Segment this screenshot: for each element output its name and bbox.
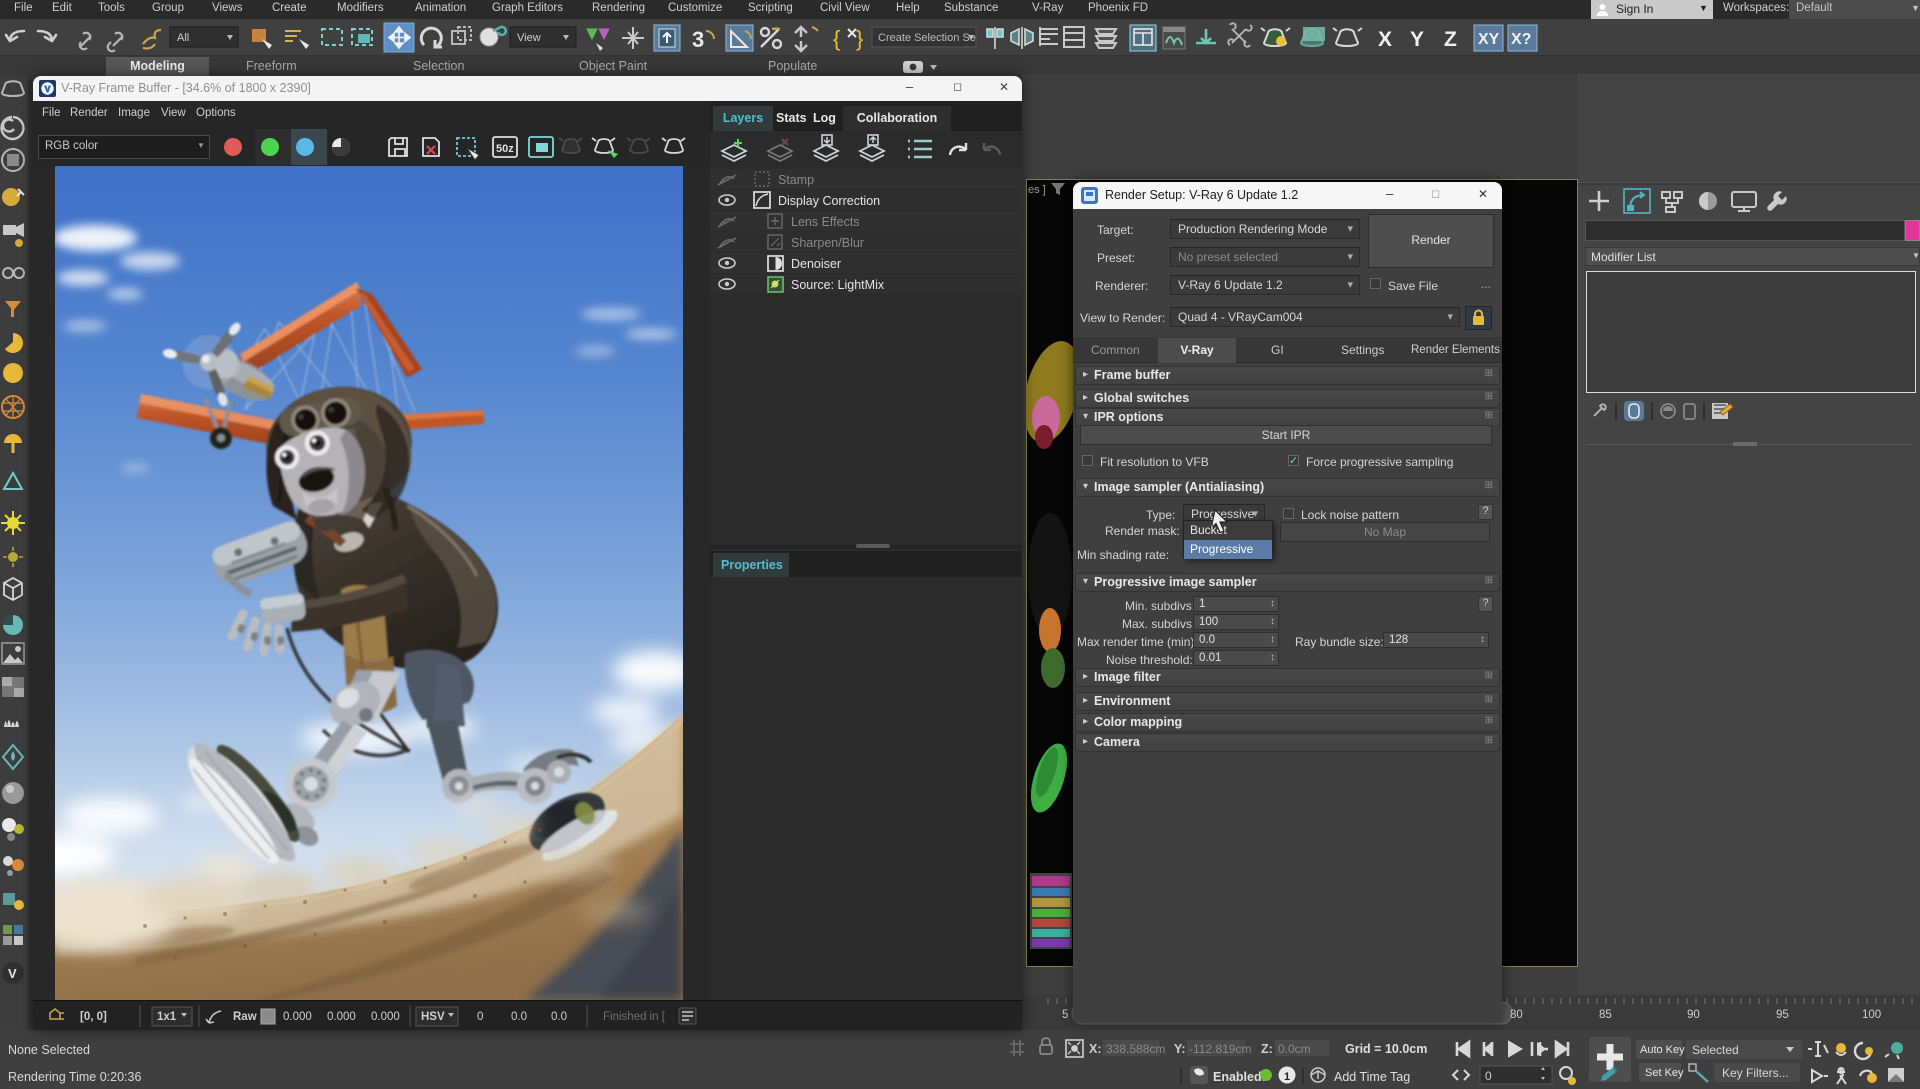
svg-text:338.588cm: 338.588cm [1106, 1042, 1165, 1056]
svg-text:0.000: 0.000 [371, 1011, 400, 1023]
svg-text:Key Filters...: Key Filters... [1722, 1066, 1789, 1080]
svg-text:Y: Y [1410, 28, 1424, 51]
svg-text:X: X [1378, 28, 1392, 51]
svg-text:0.000: 0.000 [283, 1011, 312, 1023]
svg-text:100: 100 [1862, 1009, 1881, 1021]
svg-text:[0, 0]: [0, 0] [80, 1011, 107, 1023]
svg-text:Raw: Raw [233, 1011, 257, 1023]
svg-text:95: 95 [1776, 1009, 1789, 1021]
svg-text:Selected: Selected [1692, 1043, 1739, 1057]
svg-text:Source: LightMix: Source: LightMix [791, 278, 885, 292]
svg-text:Sharpen/Blur: Sharpen/Blur [791, 236, 864, 250]
svg-text:Add Time Tag: Add Time Tag [1334, 1070, 1410, 1084]
svg-text:Lens Effects: Lens Effects [791, 215, 860, 229]
svg-text:Stamp: Stamp [778, 173, 814, 187]
svg-text:0: 0 [477, 1011, 483, 1023]
svg-text:0.0: 0.0 [551, 1011, 567, 1023]
svg-text:Finished in [: Finished in [ [603, 1011, 666, 1023]
svg-text:Z: Z [1444, 28, 1457, 51]
svg-text:X:: X: [1089, 1042, 1102, 1056]
svg-text:Enabled:: Enabled: [1213, 1070, 1266, 1084]
svg-text:Auto Key: Auto Key [1640, 1044, 1685, 1056]
svg-text:1x1: 1x1 [157, 1011, 177, 1023]
svg-text:Set Key: Set Key [1645, 1067, 1684, 1079]
svg-text:}: } [856, 26, 863, 51]
svg-text:3: 3 [692, 27, 704, 52]
svg-text:0.0: 0.0 [511, 1011, 527, 1023]
svg-text:0.0cm: 0.0cm [1278, 1042, 1311, 1056]
svg-text:Grid = 10.0cm: Grid = 10.0cm [1345, 1042, 1427, 1056]
svg-text:XY: XY [1478, 31, 1500, 48]
svg-text:-112.819cm: -112.819cm [1189, 1042, 1251, 1056]
svg-text:50z: 50z [496, 143, 514, 155]
svg-text:View: View [517, 32, 541, 44]
svg-text:1: 1 [1284, 1071, 1290, 1083]
svg-text:0.000: 0.000 [327, 1011, 356, 1023]
svg-text:X?: X? [1511, 31, 1531, 48]
svg-text:5: 5 [1062, 1009, 1068, 1021]
svg-text:Create Selection Se: Create Selection Se [878, 32, 976, 44]
svg-text:Y:: Y: [1174, 1042, 1186, 1056]
svg-text:80: 80 [1510, 1009, 1523, 1021]
svg-text:{: { [833, 26, 840, 51]
svg-text:90: 90 [1687, 1009, 1700, 1021]
svg-text:Denoiser: Denoiser [791, 257, 841, 271]
svg-text:Z:: Z: [1261, 1042, 1273, 1056]
svg-text:All: All [177, 32, 189, 44]
svg-text:0: 0 [1485, 1069, 1492, 1083]
svg-text:Display Correction: Display Correction [778, 194, 880, 208]
svg-text:85: 85 [1599, 1009, 1612, 1021]
svg-text:V: V [8, 966, 17, 981]
svg-text:HSV: HSV [421, 1011, 445, 1023]
